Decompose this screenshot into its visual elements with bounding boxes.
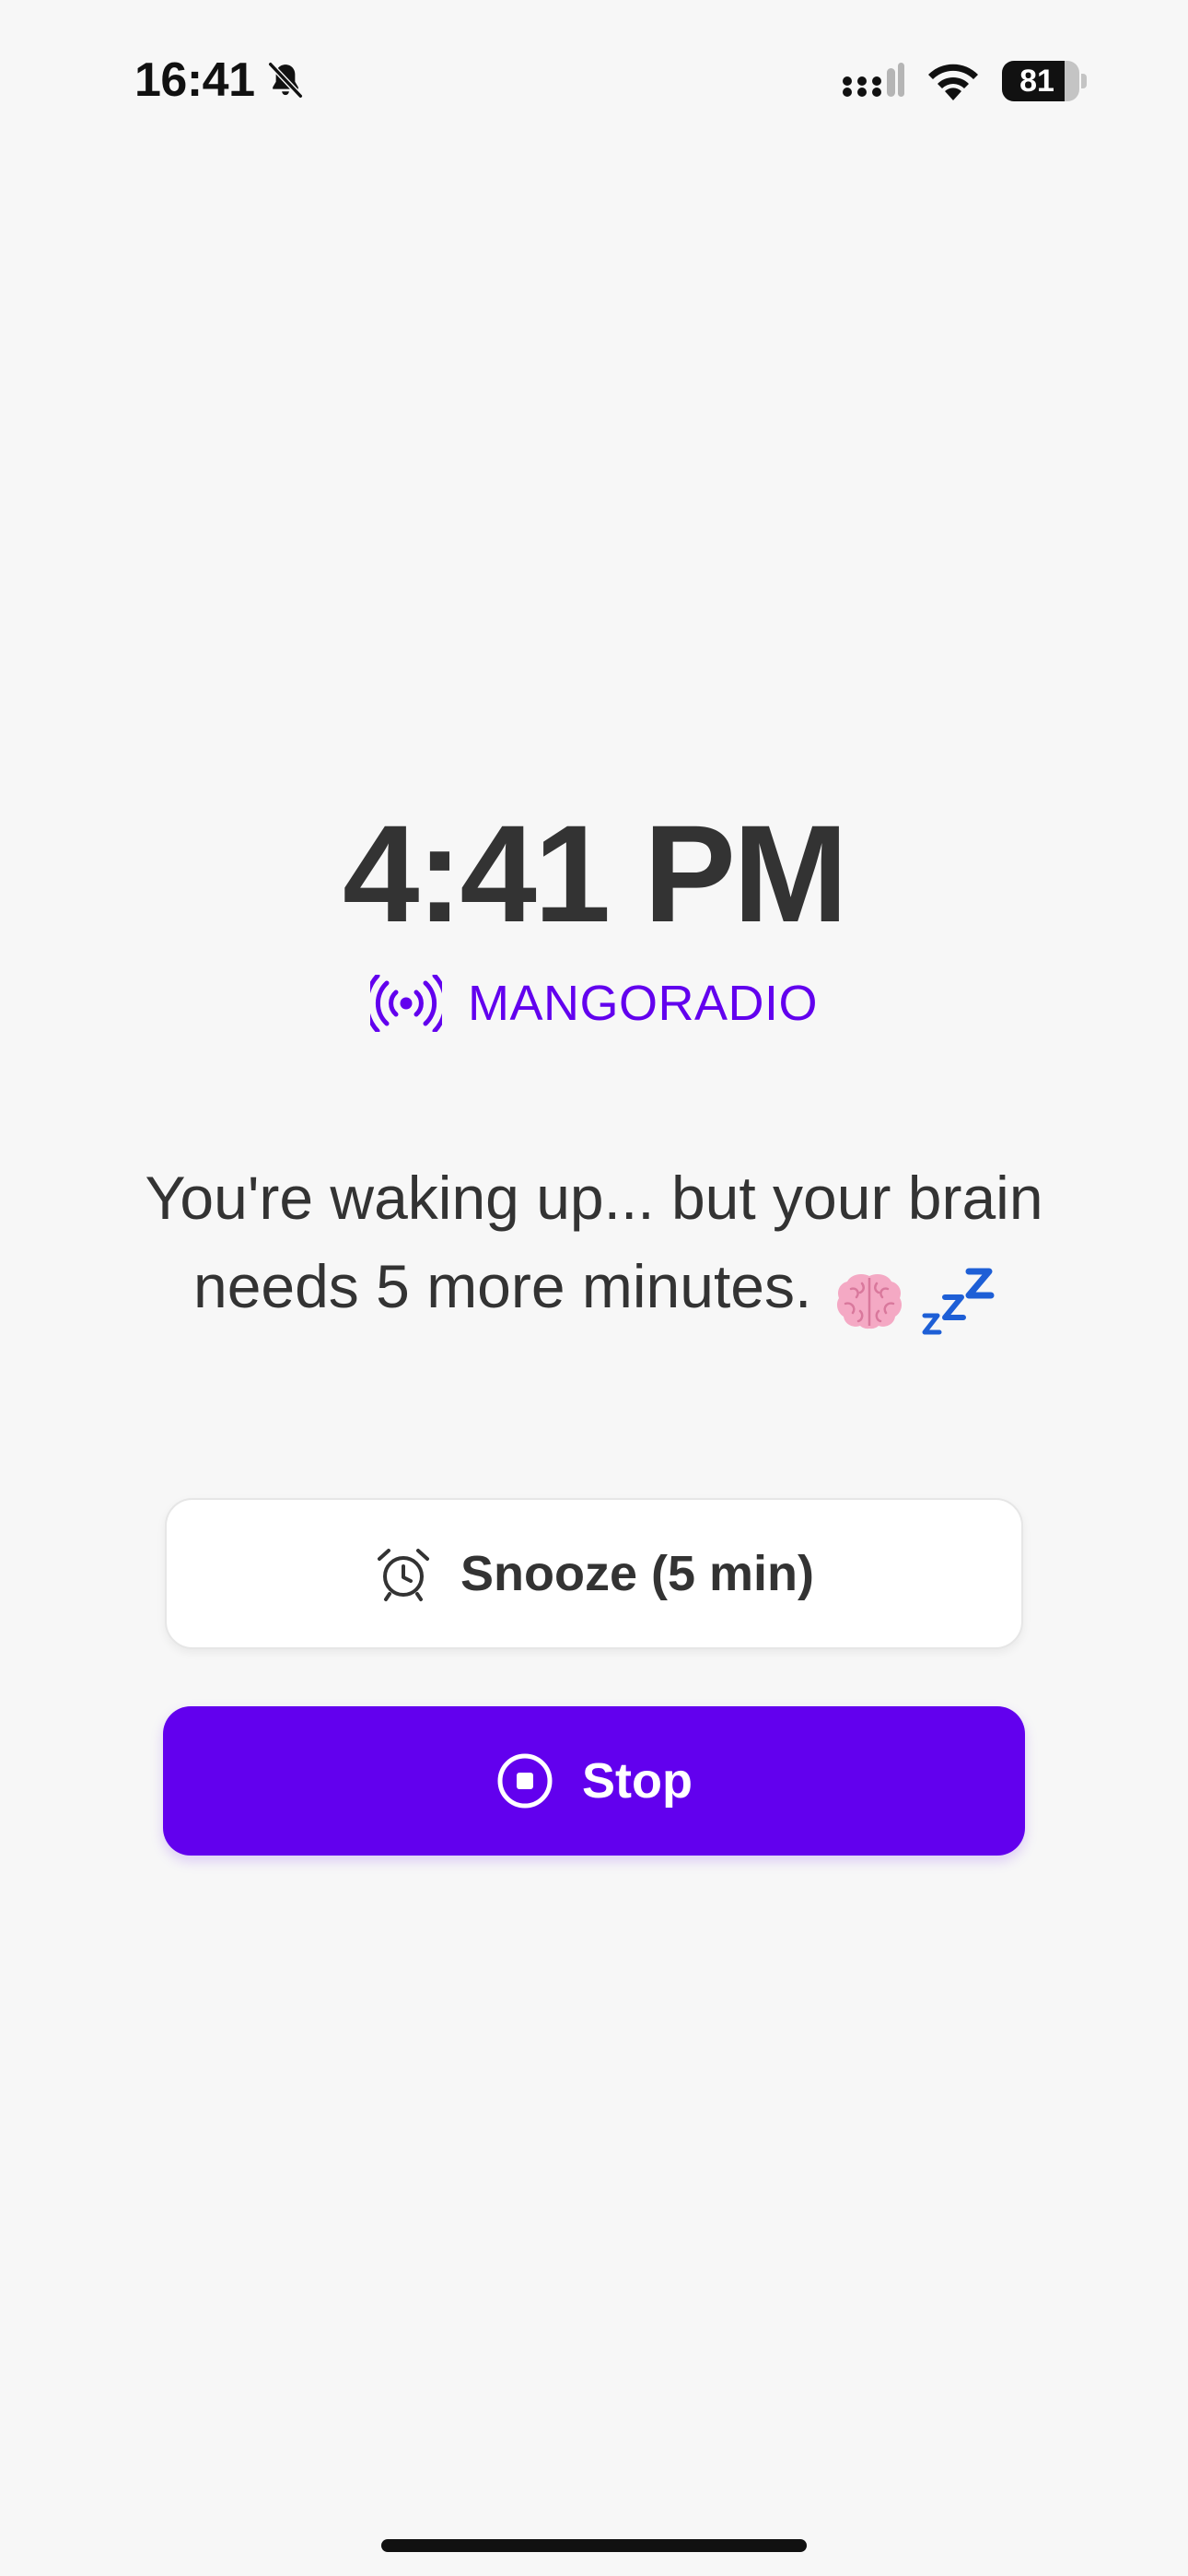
snooze-button[interactable]: Snooze (5 min) <box>165 1498 1023 1649</box>
status-bar: 16:41 81 <box>0 0 1188 157</box>
message-emoji <box>834 1251 995 1340</box>
alarm-message: You're waking up... but your brain needs… <box>92 1153 1096 1340</box>
alarm-ringing-screen: 16:41 81 4:41 PM MANGORADIO You're wakin… <box>0 0 1188 2576</box>
bell-slash-icon <box>267 61 303 100</box>
station-name: MANGORADIO <box>467 976 819 1031</box>
status-indicators: 81 <box>840 53 1087 109</box>
battery-indicator: 81 <box>1002 61 1087 101</box>
status-time: 16:41 <box>134 53 255 107</box>
battery-cap <box>1081 74 1087 88</box>
alarm-time: 4:41 PM <box>343 796 848 951</box>
snooze-button-label: Snooze (5 min) <box>460 1546 814 1601</box>
brain-emoji-icon <box>836 1273 902 1329</box>
stop-circle-icon <box>497 1753 553 1809</box>
cellular-signal-icon <box>843 63 904 97</box>
station-row: MANGORADIO <box>0 975 1188 1032</box>
zzz-emoji-icon <box>922 1268 995 1335</box>
wifi-icon <box>928 64 978 100</box>
alarm-clock-icon <box>377 1549 429 1601</box>
broadcast-radio-icon <box>369 975 442 1032</box>
status-time-group: 16:41 <box>134 48 307 112</box>
stop-button-label: Stop <box>582 1753 693 1809</box>
stop-button[interactable]: Stop <box>163 1706 1025 1856</box>
battery-level: 81 <box>1019 64 1054 99</box>
home-indicator[interactable] <box>381 2539 807 2552</box>
